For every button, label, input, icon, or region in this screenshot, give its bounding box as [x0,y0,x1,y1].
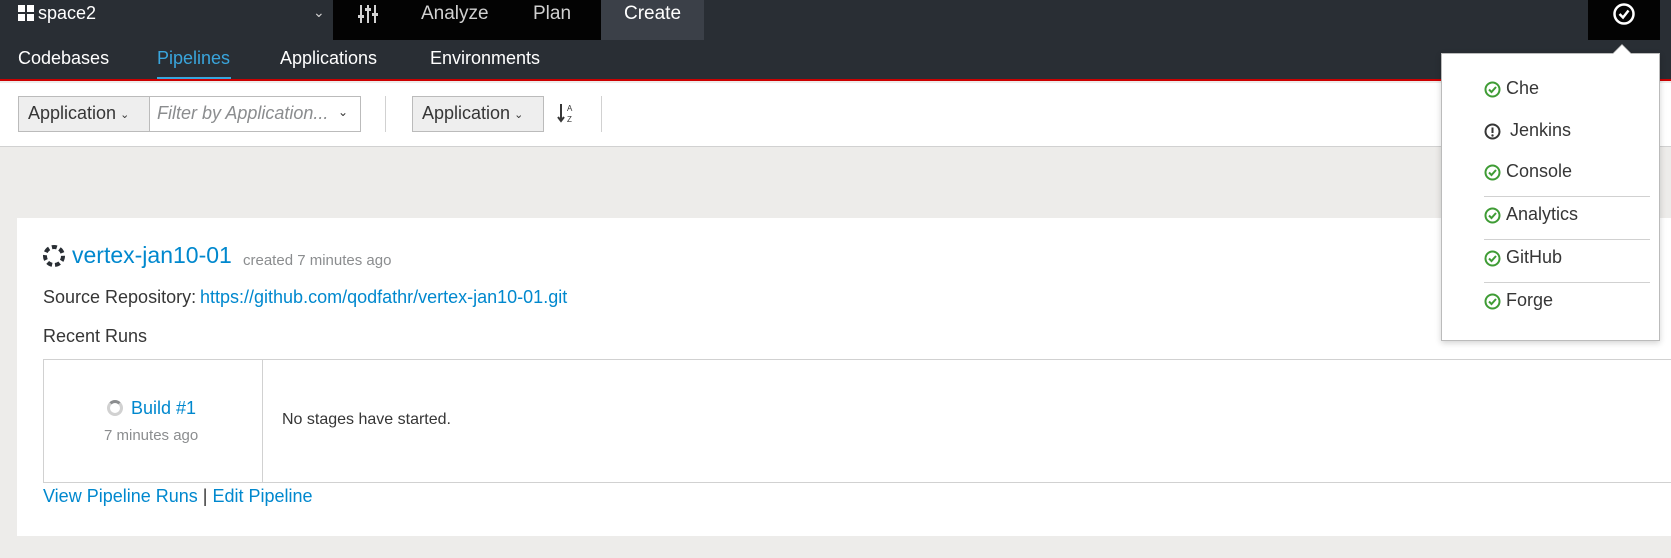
spinner-icon [107,400,123,416]
status-item-analytics[interactable]: Analytics [1506,204,1578,225]
tab-environments[interactable]: Environments [430,48,540,69]
top-navbar: space2 ⌄ Analyze Plan Create [0,0,1671,40]
chevron-down-icon: ⌄ [120,108,130,121]
warning-circle-icon [1484,123,1501,140]
view-pipeline-runs-link[interactable]: View Pipeline Runs [43,486,198,506]
filter-field-select[interactable]: Application ⌄ [18,96,150,132]
build-time: 7 minutes ago [104,427,199,444]
toolbar-divider [385,96,386,132]
chevron-down-icon: ⌄ [337,105,348,119]
source-repository-link[interactable]: https://github.com/qodfathr/vertex-jan10… [200,287,567,308]
filter-placeholder: Filter by Application... [157,103,329,123]
check-circle-icon [1484,293,1501,310]
settings-sliders-icon[interactable] [357,3,379,25]
recent-runs-heading: Recent Runs [43,326,148,346]
pipeline-name-link[interactable]: vertex-jan10-01 [72,242,232,269]
check-circle-icon [1484,250,1501,267]
filter-toolbar: Application ⌄ Filter by Application... ⌄ … [0,83,1671,147]
link-separator: | [202,486,208,506]
filter-field-label: Application [28,103,117,123]
pipeline-created: created 7 minutes ago [243,252,392,269]
check-circle-icon [1484,164,1501,181]
nav-create[interactable]: Create [624,3,681,25]
chevron-down-icon: ⌄ [313,4,325,20]
status-dropdown: Che Jenkins Console Analytics GitHub For… [1441,44,1660,341]
active-tab-indicator [157,77,231,79]
grid-icon [18,5,34,21]
status-item-console[interactable]: Console [1506,161,1572,182]
stages-message: No stages have started. [282,411,451,428]
check-circle-icon [1484,207,1501,224]
svg-text:A: A [567,104,573,113]
space-name: space2 [38,3,97,23]
tab-pipelines[interactable]: Pipelines [157,48,230,69]
status-item-github[interactable]: GitHub [1506,247,1562,268]
menu-divider [1484,239,1650,240]
nav-plan[interactable]: Plan [533,3,571,25]
sort-field-select[interactable]: Application ⌄ [412,96,544,132]
status-item-che[interactable]: Che [1506,78,1539,99]
sort-field-label: Application [422,103,511,123]
nav-analyze[interactable]: Analyze [421,3,489,25]
build-link[interactable]: Build #1 [131,398,196,419]
tab-codebases[interactable]: Codebases [18,48,109,69]
source-repository-label: Source Repository: [43,287,197,307]
menu-divider [1484,196,1650,197]
chevron-down-icon: ⌄ [514,108,524,121]
filter-input[interactable]: Filter by Application... ⌄ [149,96,361,132]
pipeline-status-icon [42,244,66,268]
status-check-icon [1613,3,1635,25]
toolbar-divider [601,96,602,132]
status-item-forge[interactable]: Forge [1506,290,1553,311]
edit-pipeline-link[interactable]: Edit Pipeline [212,486,312,506]
sub-navbar: Codebases Pipelines Applications Environ… [0,40,1671,81]
tab-applications[interactable]: Applications [280,48,377,69]
status-item-jenkins[interactable]: Jenkins [1510,120,1571,141]
svg-text:Z: Z [567,115,572,124]
pipeline-links: View Pipeline Runs | Edit Pipeline [43,486,313,507]
status-button[interactable] [1588,0,1660,40]
menu-divider [1484,282,1650,283]
sort-alpha-asc-icon[interactable]: A Z [557,102,577,124]
build-cell [43,359,263,483]
check-circle-icon [1484,81,1501,98]
space-switcher[interactable]: space2 ⌄ [0,0,333,40]
